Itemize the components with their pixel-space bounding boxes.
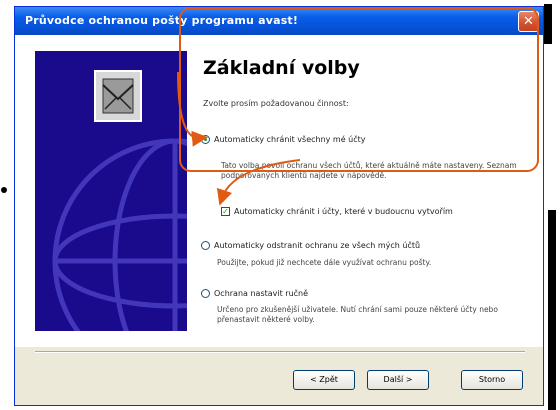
arrow-to-radio	[177, 71, 208, 147]
arrow-to-checkbox	[216, 159, 301, 206]
annotation-arrows	[177, 71, 301, 206]
